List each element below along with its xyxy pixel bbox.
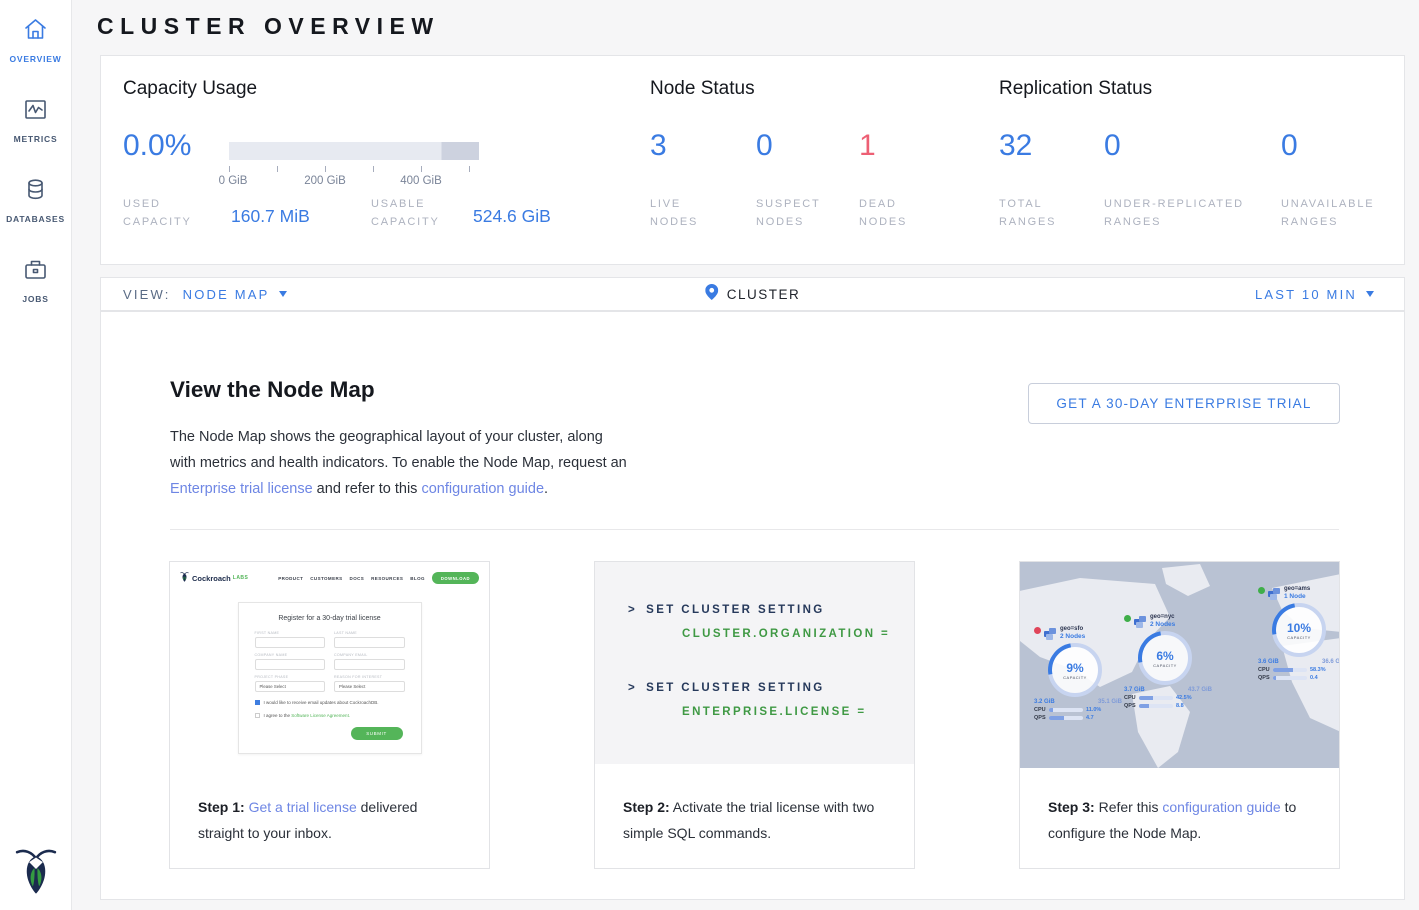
locality-badge-ams: geo=ams 1 Node 10% CAPACITY 3.6 GiB 36.6… [1258,586,1340,681]
node-cubes-icon [1268,586,1281,599]
enterprise-trial-license-link[interactable]: Enterprise trial license [170,481,313,497]
checkbox-icon [255,713,260,718]
get-trial-license-link[interactable]: Get a trial license [249,799,357,815]
node-map-panel: View the Node Map The Node Map shows the… [100,311,1405,900]
database-icon [22,176,49,208]
site-header: Cockroach LABS PRODUCT CUSTOMERS DOCS RE… [170,562,489,591]
gauge-tick-label: 400 GiB [400,175,442,187]
site-brand: Cockroach [192,574,231,583]
trial-register-form: Register for a 30-day trial license FIRS… [238,602,422,754]
suspect-nodes-value: 0 [756,129,773,163]
locality-badge-sfo: geo=sfo 2 Nodes 9% CAPACITY 3.2 GiB 35.1… [1034,626,1130,721]
site-nav: PRODUCT CUSTOMERS DOCS RESOURCES BLOG [278,576,425,581]
map-pin-icon [705,284,718,305]
sidebar: OVERVIEW METRICS DATABASES JOBS [0,0,72,910]
suspect-nodes-label: SUSPECTNODES [756,195,821,231]
unavailable-ranges-value: 0 [1281,129,1298,163]
step-2-card: >SET CLUSTER SETTING CLUSTER.ORGANIZATIO… [594,561,915,869]
section-divider [170,529,1339,530]
dead-nodes-value: 1 [859,129,876,163]
sidebar-item-label: METRICS [14,134,58,144]
form-title: Register for a 30-day trial license [255,615,405,622]
cockroach-logo-small [180,569,189,587]
view-toolbar: VIEW: NODE MAP CLUSTER LAST 10 MIN [100,277,1405,311]
form-submit-button: SUBMIT [351,727,403,740]
gauge-tick-label: 0 GiB [219,175,248,187]
view-dropdown[interactable]: NODE MAP [183,287,287,302]
unavailable-ranges-label: UNAVAILABLERANGES [1281,195,1374,231]
enterprise-trial-button[interactable]: GET A 30-DAY ENTERPRISE TRIAL [1028,383,1340,424]
home-icon [22,16,49,48]
cluster-label: CLUSTER [727,287,801,302]
node-dead-status-icon [1034,627,1041,634]
locality-badge-nyc: geo=nyc 2 Nodes 6% CAPACITY 3.7 GiB 43.7… [1124,614,1220,709]
gauge-tick [421,166,422,172]
sidebar-item-overview[interactable]: OVERVIEW [0,16,71,64]
capacity-used-percent: 0.0% [123,129,191,163]
sidebar-item-metrics[interactable]: METRICS [0,96,71,144]
node-map-heading: View the Node Map [170,377,375,403]
under-replicated-ranges-label: UNDER-REPLICATEDRANGES [1104,195,1244,231]
node-ok-status-icon [1258,587,1265,594]
step-1-card: Cockroach LABS PRODUCT CUSTOMERS DOCS RE… [169,561,490,869]
cluster-summary-panel: Capacity Usage 0.0% 0 GiB 200 GiB 400 Gi… [100,55,1405,265]
capacity-ring: 10% CAPACITY [1272,603,1326,657]
gauge-tick [373,166,374,172]
chevron-down-icon [279,291,287,297]
gauge-tick [229,166,230,172]
cluster-breadcrumb: CLUSTER [705,284,801,305]
capacity-ring: 9% CAPACITY [1048,643,1102,697]
node-cubes-icon [1134,614,1147,627]
sql-commands-thumbnail: >SET CLUSTER SETTING CLUSTER.ORGANIZATIO… [595,562,914,764]
configuration-guide-link[interactable]: configuration guide [421,481,544,497]
briefcase-icon [22,256,49,288]
total-ranges-value: 32 [999,129,1032,163]
live-nodes-label: LIVENODES [650,195,698,231]
capacity-usage-title: Capacity Usage [123,78,257,100]
page-title: CLUSTER OVERVIEW [97,13,440,40]
live-nodes-value: 3 [650,129,667,163]
under-replicated-ranges-value: 0 [1104,129,1121,163]
used-capacity-label: USEDCAPACITY [123,195,192,231]
metrics-icon [22,96,49,128]
total-ranges-label: TOTALRANGES [999,195,1056,231]
gauge-tick [325,166,326,172]
step-3-card: geo=sfo 2 Nodes 9% CAPACITY 3.2 GiB 35.1… [1019,561,1340,869]
used-capacity-value: 160.7 MiB [231,206,310,227]
step-3-caption: Step 3: Refer this configuration guide t… [1048,794,1317,846]
node-map-thumbnail: geo=sfo 2 Nodes 9% CAPACITY 3.2 GiB 35.1… [1020,562,1339,768]
step-1-caption: Step 1: Get a trial license delivered st… [198,794,467,846]
cluster-overview-page: OVERVIEW METRICS DATABASES JOBS [0,0,1419,910]
cockroach-logo [15,843,57,895]
sidebar-item-label: JOBS [22,294,48,304]
trial-license-site-thumbnail: Cockroach LABS PRODUCT CUSTOMERS DOCS RE… [170,562,489,768]
view-label: VIEW: [123,287,171,302]
usable-capacity-value: 524.6 GiB [473,206,551,227]
sidebar-item-label: DATABASES [6,214,65,224]
site-download-button: DOWNLOAD [432,572,479,584]
view-selector-group: VIEW: NODE MAP [123,287,287,302]
node-map-description: The Node Map shows the geographical layo… [170,424,632,502]
capacity-gauge [229,142,479,160]
sidebar-item-label: OVERVIEW [9,54,61,64]
gauge-tick [277,166,278,172]
node-cubes-icon [1044,626,1057,639]
capacity-ring: 6% CAPACITY [1138,631,1192,685]
chevron-down-icon [1366,291,1374,297]
sidebar-item-databases[interactable]: DATABASES [0,176,71,224]
configuration-guide-link-step3[interactable]: configuration guide [1162,799,1280,815]
node-status-title: Node Status [650,78,755,100]
checkbox-checked-icon [255,700,260,705]
usable-capacity-label: USABLECAPACITY [371,195,440,231]
gauge-tick [469,166,470,172]
gauge-tick-label: 200 GiB [304,175,346,187]
dead-nodes-label: DEADNODES [859,195,907,231]
node-ok-status-icon [1124,615,1131,622]
sidebar-item-jobs[interactable]: JOBS [0,256,71,304]
replication-status-title: Replication Status [999,78,1152,100]
step-2-caption: Step 2: Activate the trial license with … [623,794,892,846]
time-range-dropdown[interactable]: LAST 10 MIN [1255,287,1374,302]
